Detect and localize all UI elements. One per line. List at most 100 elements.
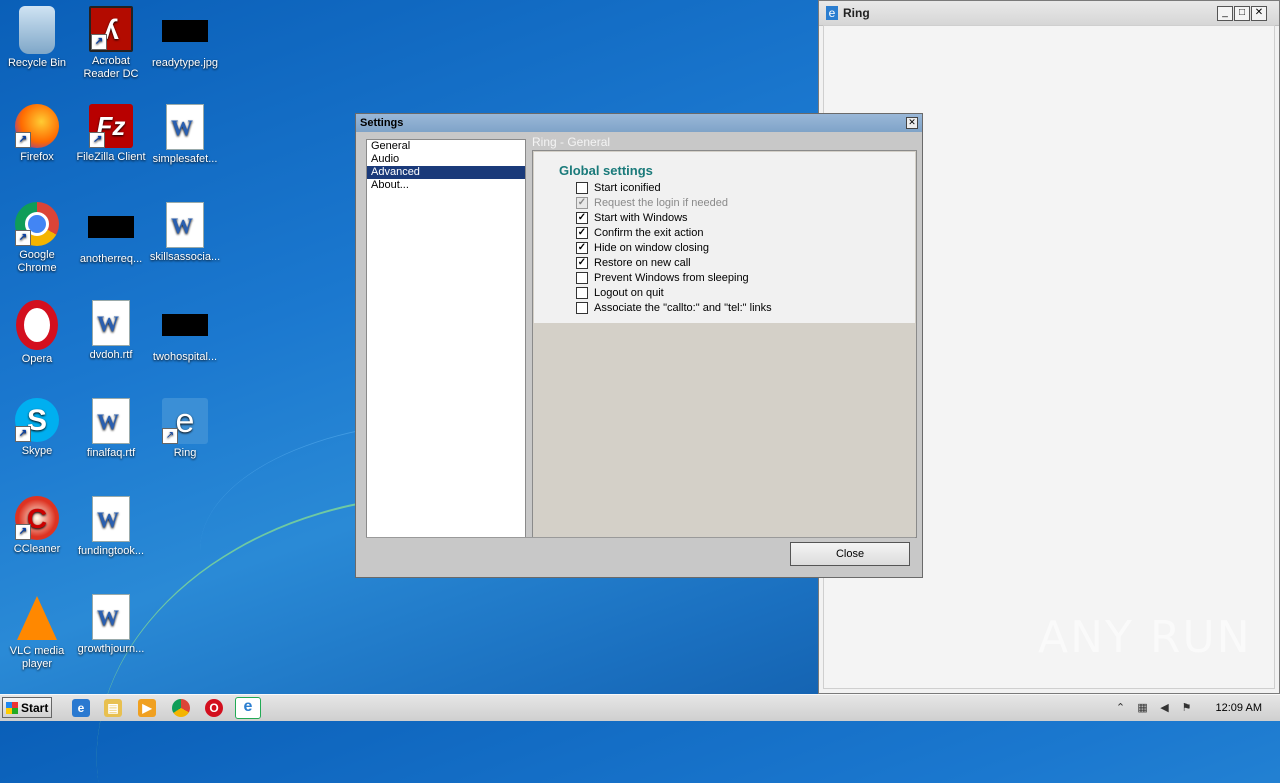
- desktop-icon-acrobat[interactable]: ʎ ↗ Acrobat Reader DC: [74, 6, 148, 81]
- settings-titlebar[interactable]: Settings ✕: [356, 114, 922, 132]
- option-row[interactable]: Logout on quit: [576, 286, 664, 300]
- desktop-icon-readytype[interactable]: readytype.jpg: [148, 6, 222, 70]
- maximize-button[interactable]: □: [1234, 6, 1250, 21]
- word-document-icon: W: [166, 202, 204, 248]
- option-label: Request the login if needed: [594, 197, 728, 209]
- desktop-icon-filezilla[interactable]: Fz ↗ FileZilla Client: [74, 104, 148, 164]
- desktop-icon-dvdoh[interactable]: W dvdoh.rtf: [74, 300, 148, 362]
- option-row[interactable]: ✓ Confirm the exit action: [576, 226, 703, 240]
- option-label: Associate the "callto:" and "tel:" links: [594, 302, 772, 314]
- taskbar: Start e ▤ ▶ O e ⌃ ▦ ◀ ⚑ 12:09 AM: [0, 694, 1280, 721]
- option-label: Start with Windows: [594, 212, 688, 224]
- word-document-icon: W: [92, 398, 130, 444]
- desktop-icon-ring[interactable]: e ↗ Ring: [148, 398, 222, 460]
- desktop-icon-vlc[interactable]: VLC media player: [0, 594, 74, 671]
- option-label: Hide on window closing: [594, 242, 709, 254]
- windows-logo-icon: [6, 701, 18, 714]
- minimize-button[interactable]: _: [1217, 6, 1233, 21]
- checkbox[interactable]: [576, 272, 588, 284]
- close-button[interactable]: Close: [790, 542, 910, 566]
- option-label: Prevent Windows from sleeping: [594, 272, 749, 284]
- option-label: Confirm the exit action: [594, 227, 704, 239]
- word-document-icon: W: [92, 300, 130, 346]
- filezilla-icon: Fz ↗: [89, 104, 133, 148]
- volume-icon[interactable]: ◀: [1158, 702, 1172, 714]
- settings-nav-list[interactable]: General Audio Advanced About...: [366, 139, 526, 538]
- start-button[interactable]: Start: [2, 697, 52, 718]
- vlc-icon: [13, 594, 61, 642]
- desktop-icon-firefox[interactable]: ↗ Firefox: [0, 104, 74, 164]
- show-hidden-icons-icon[interactable]: ⌃: [1114, 702, 1128, 714]
- ring-taskbar-button[interactable]: e: [235, 697, 261, 719]
- network-icon[interactable]: ▦: [1136, 702, 1150, 714]
- settings-close-button[interactable]: ✕: [906, 117, 918, 129]
- recycle-bin-icon: [19, 6, 55, 54]
- checkbox[interactable]: ✓: [576, 242, 588, 254]
- clock[interactable]: 12:09 AM: [1216, 702, 1262, 714]
- option-label: Logout on quit: [594, 287, 664, 299]
- ring-window-title: Ring: [843, 6, 870, 20]
- internet-explorer-icon[interactable]: e: [72, 699, 90, 717]
- word-document-icon: W: [166, 104, 204, 150]
- option-label: Restore on new call: [594, 257, 691, 269]
- desktop-icon-skype[interactable]: S ↗ Skype: [0, 398, 74, 458]
- desktop-icon-skillsassocia[interactable]: W skillsassocia...: [148, 202, 222, 264]
- pane-header: Ring - General: [532, 135, 611, 149]
- settings-pane: Global settings Start iconified ✓ Request …: [532, 150, 917, 538]
- skype-icon: S ↗: [15, 398, 59, 442]
- file-thumbnail-icon: [88, 216, 134, 238]
- system-tray: ⌃ ▦ ◀ ⚑ 12:09 AM: [1114, 695, 1272, 721]
- option-label: Start iconified: [594, 182, 661, 194]
- action-center-flag-icon[interactable]: ⚑: [1180, 702, 1194, 714]
- chrome-taskbar-icon[interactable]: [172, 699, 190, 717]
- desktop-icon-finalfaq[interactable]: W finalfaq.rtf: [74, 398, 148, 460]
- checkbox[interactable]: ✓: [576, 227, 588, 239]
- desktop-icon-opera[interactable]: Opera: [0, 300, 74, 366]
- checkbox: ✓: [576, 197, 588, 209]
- option-row[interactable]: Associate the "callto:" and "tel:" links: [576, 301, 772, 315]
- acrobat-icon: ʎ ↗: [89, 6, 133, 52]
- desktop-icon-google-chrome[interactable]: ↗ Google Chrome: [0, 202, 74, 275]
- section-title: Global settings: [559, 163, 653, 178]
- close-button[interactable]: ✕: [1251, 6, 1267, 21]
- desktop-icon-recycle-bin[interactable]: Recycle Bin: [0, 6, 74, 70]
- option-row[interactable]: Start iconified: [576, 181, 661, 195]
- desktop-icon-growthjourn[interactable]: W growthjourn...: [74, 594, 148, 656]
- option-row[interactable]: ✓ Start with Windows: [576, 211, 688, 225]
- chrome-icon: ↗: [15, 202, 59, 246]
- nav-item-advanced[interactable]: Advanced: [367, 166, 525, 179]
- desktop-icon-fundingtook[interactable]: W fundingtook...: [74, 496, 148, 558]
- option-row[interactable]: Prevent Windows from sleeping: [576, 271, 749, 285]
- option-row[interactable]: ✓ Hide on window closing: [576, 241, 709, 255]
- option-row: ✓ Request the login if needed: [576, 196, 728, 210]
- checkbox[interactable]: ✓: [576, 257, 588, 269]
- opera-taskbar-icon[interactable]: O: [205, 699, 223, 717]
- desktop-icon-ccleaner[interactable]: C ↗ CCleaner: [0, 496, 74, 556]
- checkbox[interactable]: [576, 182, 588, 194]
- settings-dialog[interactable]: Settings ✕ General Audio Advanced About.…: [355, 113, 923, 578]
- word-document-icon: W: [92, 496, 130, 542]
- nav-item-general[interactable]: General: [367, 140, 525, 153]
- desktop-icon-twohospital[interactable]: twohospital...: [148, 300, 222, 364]
- nav-item-audio[interactable]: Audio: [367, 153, 525, 166]
- desktop-icon-simplesafet[interactable]: W simplesafet...: [148, 104, 222, 166]
- nav-item-about[interactable]: About...: [367, 179, 525, 192]
- ring-titlebar[interactable]: e Ring _ □ ✕: [819, 1, 1279, 26]
- word-document-icon: W: [92, 594, 130, 640]
- ccleaner-icon: C ↗: [15, 496, 59, 540]
- file-thumbnail-icon: [162, 314, 208, 336]
- checkbox[interactable]: [576, 302, 588, 314]
- ring-logo-icon: e: [826, 6, 838, 20]
- global-settings-group: Global settings Start iconified ✓ Request …: [534, 152, 915, 323]
- watermark: ANY RUN: [1038, 612, 1252, 663]
- dialog-footer: Close: [366, 537, 915, 572]
- image-thumbnail-icon: [162, 20, 208, 42]
- desktop-icon-anotherreq[interactable]: anotherreq...: [74, 202, 148, 266]
- ring-icon: e ↗: [162, 398, 208, 444]
- settings-title: Settings: [360, 117, 404, 129]
- checkbox[interactable]: [576, 287, 588, 299]
- file-explorer-icon[interactable]: ▤: [104, 699, 122, 717]
- checkbox[interactable]: ✓: [576, 212, 588, 224]
- media-player-icon[interactable]: ▶: [138, 699, 156, 717]
- option-row[interactable]: ✓ Restore on new call: [576, 256, 691, 270]
